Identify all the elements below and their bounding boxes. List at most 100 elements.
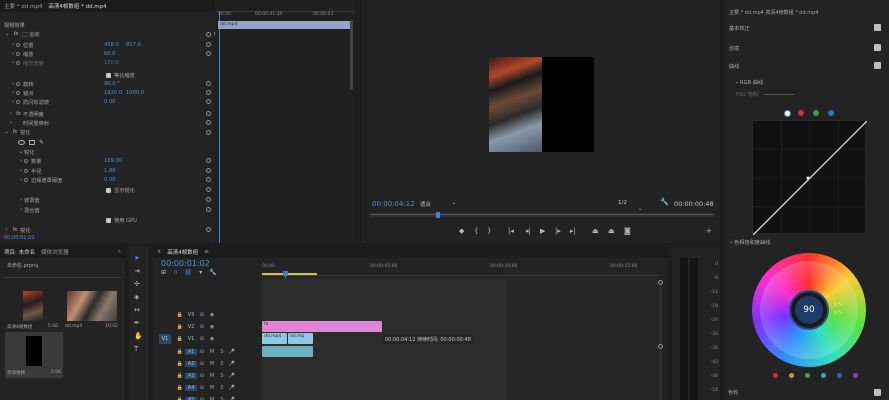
mix-row[interactable]: › 混合值 [18, 206, 40, 215]
pen-tool-icon[interactable]: ✒ [134, 319, 140, 327]
opacity-effect[interactable]: › fx 不透明度 [8, 110, 44, 119]
stopwatch-icon[interactable] [24, 178, 28, 183]
close-icon[interactable]: × [157, 249, 161, 255]
lock-icon[interactable]: 🔒 [175, 336, 185, 342]
timeline-ruler[interactable]: 00:00 00:00:05:00 00:00:10:00 00:00:15:0… [262, 260, 658, 276]
mute-icon[interactable]: M [207, 397, 217, 400]
solo-icon[interactable]: S [217, 361, 227, 367]
timeline-timecode[interactable]: 00:00:01:02 [161, 259, 210, 268]
property-value[interactable]: 1.80 [104, 168, 116, 174]
sync-lock-icon[interactable]: ⛁ [197, 336, 207, 342]
lock-icon[interactable]: 🔒 [175, 397, 185, 400]
sharpen-property-row[interactable]: › 边缘遮罩阈值 0.00 [18, 176, 116, 185]
chevron-down-icon[interactable]: ⌄ [4, 31, 11, 37]
property-value-2[interactable]: 857.0 [126, 42, 141, 48]
mini-scrollbar[interactable] [350, 20, 353, 90]
track-label[interactable]: A4 [185, 384, 197, 391]
lumetri-section-header[interactable]: 创意 [729, 44, 889, 53]
mark-out-icon[interactable]: } [487, 227, 491, 235]
solo-icon[interactable]: S [217, 349, 227, 355]
program-timecode[interactable]: 00:00:04:12 [372, 200, 415, 208]
v2-clip[interactable]: fx [262, 321, 382, 332]
project-search[interactable] [4, 272, 121, 278]
property-value[interactable]: 0.00 [104, 99, 126, 105]
wrench-icon[interactable]: 🔧 [209, 269, 216, 276]
hand-tool-icon[interactable]: ✋ [134, 332, 143, 340]
track-label[interactable]: V1 [185, 336, 197, 342]
ellipse-mask-icon[interactable] [18, 139, 25, 145]
hsl-saturation-row[interactable]: HSL 饱和 [736, 90, 795, 99]
type-tool-icon[interactable]: T [134, 345, 138, 353]
lock-icon[interactable]: 🔒 [175, 361, 185, 367]
stopwatch-icon[interactable] [16, 100, 20, 105]
property-value[interactable]: 90.0 ° [104, 81, 126, 87]
lumetri-section-header[interactable]: 曲线 [729, 62, 889, 71]
curve-swatch-white[interactable] [784, 110, 791, 117]
sharpen-effect-2[interactable]: › fx 锐化 [3, 226, 31, 235]
tab-source[interactable]: 主要 * dd.mp4 [4, 2, 42, 10]
project-item[interactable]: dd.mp4 10:02 [63, 286, 120, 330]
linked-selection-icon[interactable]: ⛓ [184, 269, 192, 276]
microphone-icon[interactable]: 🎤 [227, 361, 237, 367]
reset-icon[interactable] [206, 120, 211, 125]
property-value[interactable]: 100.0 [104, 60, 126, 66]
wheel-swatch[interactable] [773, 373, 778, 378]
motion-property-row[interactable]: › 旋转 90.0 ° [10, 80, 215, 89]
pen-mask-icon[interactable]: ✎ [39, 139, 44, 146]
tab-project[interactable]: 项目: 未命名 [4, 248, 35, 256]
reset-icon[interactable] [206, 158, 211, 163]
stopwatch-icon[interactable] [24, 159, 28, 164]
go-to-in-icon[interactable]: |◂ [508, 227, 514, 235]
stopwatch-icon[interactable] [24, 169, 28, 174]
stopwatch-icon[interactable] [16, 52, 20, 57]
mask-blur-row[interactable]: › 遮罩值 [18, 196, 40, 205]
eye-icon[interactable]: ◉ [207, 336, 217, 342]
track-label[interactable]: V3 [185, 312, 197, 318]
stopwatch-icon[interactable] [16, 61, 20, 66]
motion-property-row[interactable]: 等比缩放 [106, 71, 215, 80]
lock-icon[interactable]: 🔒 [175, 312, 185, 318]
extract-icon[interactable]: ⏏ [608, 227, 615, 235]
checkbox[interactable] [106, 217, 111, 223]
nest-icon[interactable]: ⊞ [161, 269, 166, 276]
add-button-icon[interactable]: + [706, 227, 712, 235]
audio-track-header[interactable]: 🔒 A4 ⛁ M S 🎤 [175, 382, 237, 393]
color-wheels-checkbox[interactable] [874, 389, 881, 396]
audio-track-header[interactable]: 🔒 A1 ⛁ M S 🎤 [175, 346, 237, 357]
mini-clip[interactable]: dd.mp4 [218, 21, 353, 29]
solo-icon[interactable]: S [217, 397, 227, 400]
mute-icon[interactable]: M [207, 361, 217, 367]
track-select-tool-icon[interactable]: ⇥ [134, 267, 140, 275]
sync-lock-icon[interactable]: ⛁ [197, 397, 207, 400]
razor-tool-icon[interactable]: ◈ [134, 293, 139, 301]
project-item-selected[interactable]: 黑场视频 5:06 [5, 332, 63, 378]
motion-property-row[interactable]: › 缩放 60.0 [10, 50, 215, 59]
wheel-swatch[interactable] [821, 373, 826, 378]
mini-playhead[interactable] [219, 12, 220, 243]
section-enable-checkbox[interactable] [874, 44, 881, 51]
reset-icon[interactable] [206, 177, 211, 182]
lock-icon[interactable]: 🔒 [175, 373, 185, 379]
wheel-swatch[interactable] [853, 373, 858, 378]
lift-icon[interactable]: ⏏ [592, 227, 599, 235]
lock-icon[interactable]: 🔒 [175, 324, 185, 330]
time-remap-effect[interactable]: › 时间重映射 [8, 119, 49, 128]
property-value[interactable]: 1920.0 [104, 90, 126, 96]
video-track-header[interactable]: 🔒 V1 ⛁ ◉ [175, 333, 217, 344]
wheel-swatch[interactable] [837, 373, 842, 378]
motion-effect[interactable]: ⌄ fx ⬚ 运动 [4, 30, 215, 39]
go-to-out-icon[interactable]: ▸| [570, 227, 576, 235]
use-gpu-option[interactable]: 使用 GPU [106, 216, 137, 225]
panel-menu-icon[interactable]: ≡ [204, 249, 209, 255]
sync-lock-icon[interactable]: ⛁ [197, 324, 207, 330]
mute-icon[interactable]: M [207, 385, 217, 391]
rgb-curve-graph[interactable] [752, 120, 868, 236]
stopwatch-icon[interactable] [16, 82, 20, 87]
sync-lock-icon[interactable]: ⛁ [197, 361, 207, 367]
curve-swatch-red[interactable] [798, 110, 804, 116]
program-scrub-bar[interactable] [370, 212, 714, 218]
track-label[interactable]: A2 [185, 360, 197, 367]
sharpen-property-row[interactable]: › 数量 169.00 [18, 157, 122, 166]
property-value[interactable]: 60.0 [104, 51, 126, 57]
reset-icon[interactable] [206, 187, 211, 192]
